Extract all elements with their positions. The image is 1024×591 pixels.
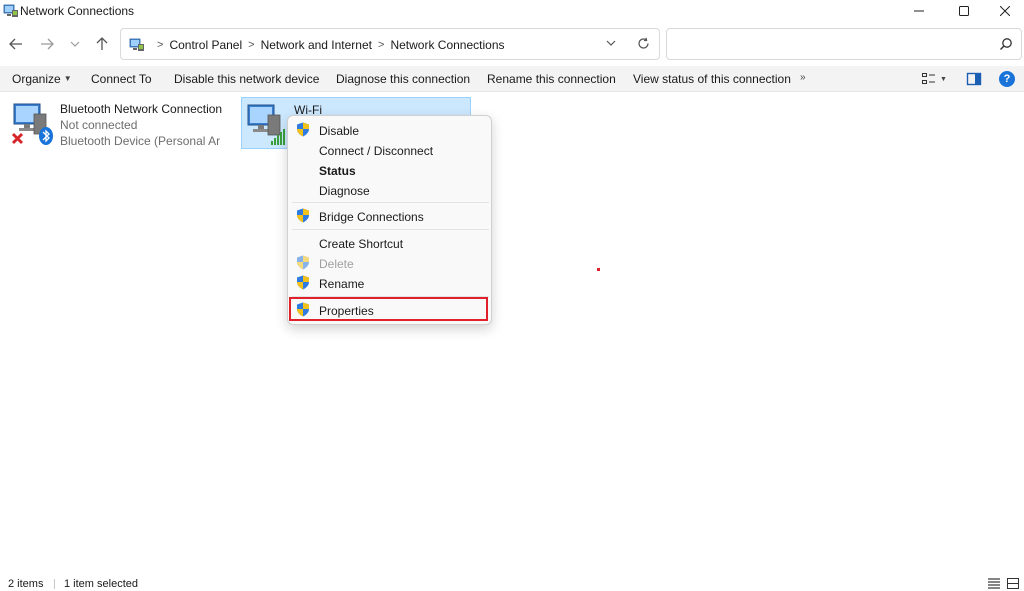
uac-shield-icon <box>297 122 309 137</box>
breadcrumb-network-and-internet[interactable]: Network and Internet <box>261 38 372 52</box>
connection-device: Bluetooth Device (Personal Area ... <box>60 134 220 148</box>
menu-item-rename[interactable]: Rename <box>292 273 489 293</box>
context-menu: Disable Connect / Disconnect Status Diag… <box>287 115 492 325</box>
diagnose-connection-button[interactable]: Diagnose this connection <box>336 72 470 86</box>
breadcrumb-separator: > <box>248 39 255 51</box>
menu-item-label: Connect / Disconnect <box>319 144 434 158</box>
status-bar: 2 items 1 item selected <box>0 575 1024 591</box>
minimize-button[interactable] <box>896 0 942 22</box>
connect-to-button[interactable]: Connect To <box>91 72 152 86</box>
up-button[interactable] <box>92 34 112 54</box>
search-box[interactable] <box>666 28 1022 60</box>
more-commands-button[interactable]: » <box>800 72 806 83</box>
minimize-icon <box>914 10 924 12</box>
refresh-button[interactable] <box>634 33 652 53</box>
menu-item-diagnose[interactable]: Diagnose <box>292 180 489 200</box>
command-bar: Organize ▼ Connect To Disable this networ… <box>0 66 1024 92</box>
menu-item-delete: Delete <box>292 253 489 273</box>
menu-item-label: Delete <box>319 257 354 271</box>
breadcrumb-separator: > <box>378 39 385 51</box>
view-status-button[interactable]: View status of this connection <box>633 72 791 86</box>
search-input[interactable] <box>675 35 985 53</box>
change-view-button[interactable]: ▼ <box>922 70 950 88</box>
caret-down-icon: ▼ <box>63 74 72 83</box>
help-icon: ? <box>1003 73 1011 85</box>
arrow-right-icon <box>41 38 54 50</box>
view-options-icon <box>922 73 935 84</box>
recent-locations-button[interactable] <box>65 34 85 54</box>
arrow-left-icon <box>9 38 22 50</box>
menu-divider <box>292 229 489 230</box>
address-history-button[interactable] <box>603 34 619 52</box>
chevron-down-icon <box>606 40 616 46</box>
close-button[interactable] <box>982 0 1024 22</box>
breadcrumb: > Control Panel > Network and Internet >… <box>151 38 505 52</box>
network-connections-icon <box>3 4 18 17</box>
caret-down-icon: ▼ <box>940 75 947 83</box>
connection-name: Bluetooth Network Connection <box>60 102 223 116</box>
menu-item-create-shortcut[interactable]: Create Shortcut <box>292 233 489 253</box>
breadcrumb-separator: > <box>157 39 164 51</box>
list-item-bluetooth-connection[interactable]: Bluetooth Network Connection Not connect… <box>8 97 234 149</box>
menu-item-label: Status <box>319 164 356 178</box>
menu-item-label: Bridge Connections <box>319 210 424 224</box>
title-bar: Network Connections <box>0 0 1024 22</box>
disable-device-button[interactable]: Disable this network device <box>174 72 319 86</box>
uac-shield-icon <box>297 275 309 290</box>
menu-item-status[interactable]: Status <box>292 160 489 180</box>
menu-item-label: Rename <box>319 277 365 291</box>
organize-label: Organize <box>12 72 61 86</box>
forward-button[interactable] <box>37 34 57 54</box>
wifi-network-icon <box>247 104 285 145</box>
menu-item-label: Disable <box>319 124 360 138</box>
menu-item-disable[interactable]: Disable <box>292 120 489 140</box>
menu-item-label: Create Shortcut <box>319 237 404 251</box>
maximize-icon <box>959 6 969 16</box>
search-icon[interactable] <box>999 37 1013 51</box>
window-title: Network Connections <box>20 4 135 18</box>
refresh-icon <box>637 37 649 49</box>
uac-shield-icon <box>297 208 309 223</box>
help-button[interactable]: ? <box>999 71 1015 87</box>
selection-count: 1 item selected <box>64 578 138 590</box>
details-view-icon[interactable] <box>988 578 1000 589</box>
back-button[interactable] <box>6 34 26 54</box>
maximize-button[interactable] <box>941 0 987 22</box>
close-icon <box>1000 6 1010 16</box>
preview-pane-icon[interactable] <box>966 71 982 87</box>
menu-item-label: Diagnose <box>319 184 370 198</box>
chevron-down-icon <box>70 41 80 47</box>
bluetooth-network-icon <box>11 103 53 145</box>
menu-item-connect-disconnect[interactable]: Connect / Disconnect <box>292 140 489 160</box>
properties-highlight-box <box>289 297 488 321</box>
arrow-up-icon <box>96 37 108 50</box>
organize-button[interactable]: Organize ▼ <box>12 72 72 86</box>
address-bar[interactable]: > Control Panel > Network and Internet >… <box>120 28 660 60</box>
rename-connection-button[interactable]: Rename this connection <box>487 72 616 86</box>
breadcrumb-control-panel[interactable]: Control Panel <box>169 38 242 52</box>
menu-item-bridge-connections[interactable]: Bridge Connections <box>292 206 489 226</box>
red-marker <box>597 268 600 271</box>
uac-shield-icon <box>297 255 309 270</box>
menu-divider <box>292 202 489 203</box>
status-divider <box>54 579 55 589</box>
item-count: 2 items <box>8 578 44 590</box>
connection-status: Not connected <box>60 118 138 132</box>
tiles-view-icon[interactable] <box>1007 578 1019 589</box>
network-location-icon <box>129 38 144 51</box>
breadcrumb-network-connections[interactable]: Network Connections <box>390 38 504 52</box>
